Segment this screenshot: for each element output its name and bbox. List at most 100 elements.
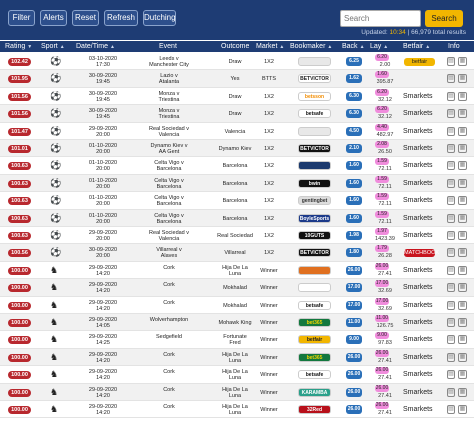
chart-icon[interactable]: ▦ (458, 283, 467, 293)
calculator-icon[interactable]: ▤ (447, 126, 455, 136)
back-odds[interactable]: 11.00 (346, 318, 362, 327)
col-lay[interactable]: Lay ▲ (370, 41, 388, 52)
col-outcome[interactable]: Outcome (221, 41, 249, 52)
refresh-button[interactable]: Refresh (104, 10, 138, 26)
lay-odds[interactable]: 26.00 (375, 349, 389, 357)
exchange-logo[interactable]: Smarkets (403, 145, 437, 153)
exchange-logo[interactable]: Smarkets (403, 180, 437, 188)
back-odds[interactable]: 17.00 (346, 300, 362, 310)
table-row[interactable]: 100.63 ⚽ 01-10-2020 20:00 Celta Vigo v Barcel… (0, 157, 474, 175)
lay-odds[interactable]: 6.20 (375, 88, 389, 96)
bookmaker-logo[interactable]: gentingbet (298, 196, 331, 206)
dutching-button[interactable]: Dutching (143, 10, 176, 26)
table-row[interactable]: 100.00 ♞ 29-09-2020 14:20 Cork Hija De La Luna… (0, 348, 474, 367)
lay-odds[interactable]: 1.59 (375, 175, 389, 183)
calculator-icon[interactable]: ▤ (447, 231, 455, 240)
exchange-logo[interactable]: Smarkets (403, 110, 437, 118)
calculator-icon[interactable]: ▤ (447, 265, 455, 275)
calculator-icon[interactable]: ▤ (447, 91, 455, 101)
back-odds[interactable]: 26.00 (346, 352, 362, 362)
filter-button[interactable]: Filter (8, 10, 35, 26)
back-odds[interactable]: 26.00 (346, 405, 362, 414)
table-row[interactable]: 102.42 ⚽ 03-10-2020 17:30 Leeds v Manchester … (0, 53, 474, 71)
lay-odds[interactable]: 17.00 (375, 280, 389, 288)
col-back[interactable]: Back ▲ (342, 41, 365, 52)
chart-icon[interactable]: ▦ (458, 387, 467, 397)
bookmaker-logo[interactable]: BETVICTOR (298, 74, 331, 84)
bookmaker-logo[interactable]: 32Red (298, 405, 331, 414)
calculator-icon[interactable]: ▤ (447, 387, 455, 397)
lay-odds[interactable]: 11.00 (375, 315, 389, 322)
bookmaker-logo[interactable] (298, 57, 331, 66)
table-row[interactable]: 101.95 ⚽ 30-09-2020 19:45 Lazio v Atalanta Yes… (0, 70, 474, 88)
bookmaker-logo[interactable]: KARAMBA (298, 387, 331, 397)
search-input[interactable] (340, 10, 421, 27)
back-odds[interactable]: 26.00 (346, 387, 362, 397)
col-betfair[interactable]: Betfair ▲ (403, 41, 430, 52)
table-row[interactable]: 100.00 ♞ 29-09-2020 14:20 Cork Hija De La Luna… (0, 383, 474, 401)
table-row[interactable]: 100.00 ♞ 29-09-2020 14:25 Sedgefield Fortunat… (0, 331, 474, 349)
calculator-icon[interactable]: ▤ (447, 318, 455, 327)
exchange-logo[interactable]: Smarkets (403, 267, 437, 275)
calculator-icon[interactable]: ▤ (447, 161, 455, 171)
bookmaker-logo[interactable] (298, 265, 331, 275)
bookmaker-logo[interactable]: bwin (298, 178, 331, 188)
chart-icon[interactable]: ▦ (458, 405, 467, 414)
chart-icon[interactable]: ▦ (458, 126, 467, 136)
back-odds[interactable]: 1.60 (346, 196, 362, 206)
col-market[interactable]: Market ▲ (256, 41, 284, 52)
lay-odds[interactable]: 26.00 (375, 384, 389, 392)
back-odds[interactable]: 26.00 (346, 370, 362, 380)
calculator-icon[interactable]: ▤ (447, 405, 455, 414)
calculator-icon[interactable]: ▤ (447, 352, 455, 362)
exchange-logo[interactable]: Smarkets (403, 302, 437, 310)
table-row[interactable]: 100.56 ⚽ 30-09-2020 20:00 Villarreal v Alaves… (0, 244, 474, 262)
chart-icon[interactable]: ▦ (458, 109, 467, 119)
exchange-logo[interactable]: Smarkets (403, 406, 437, 414)
bookmaker-logo[interactable]: bet365 (298, 352, 331, 362)
bookmaker-logo[interactable]: betsafe (298, 109, 331, 119)
chart-icon[interactable]: ▦ (458, 318, 467, 327)
table-row[interactable]: 101.01 ⚽ 01-10-2020 20:00 Dynamo Kiev v AA Ge… (0, 140, 474, 158)
back-odds[interactable]: 1.60 (346, 213, 362, 223)
back-odds[interactable]: 1.60 (346, 161, 362, 171)
bookmaker-logo[interactable]: betfair (298, 335, 331, 345)
lay-odds[interactable]: 4.40 (375, 123, 389, 131)
exchange-logo[interactable]: Smarkets (403, 354, 437, 362)
exchange-logo[interactable]: Smarkets (403, 128, 437, 136)
calculator-icon[interactable]: ▤ (447, 213, 455, 223)
lay-odds[interactable]: 6.20 (375, 54, 389, 61)
col-date[interactable]: Date/Time ▲ (76, 41, 115, 52)
bookmaker-logo[interactable]: betsafe (298, 300, 331, 310)
exchange-logo[interactable]: Smarkets (403, 197, 437, 205)
chart-icon[interactable]: ▦ (458, 57, 467, 66)
back-odds[interactable]: 6.30 (346, 91, 362, 101)
lay-odds[interactable]: 1.59 (375, 210, 389, 218)
lay-odds[interactable]: 26.00 (375, 402, 389, 409)
chart-icon[interactable]: ▦ (458, 265, 467, 275)
bookmaker-logo[interactable]: betsson (298, 91, 331, 101)
chart-icon[interactable]: ▦ (458, 144, 467, 153)
col-sport[interactable]: Sport ▲ (41, 41, 65, 52)
calculator-icon[interactable]: ▤ (447, 248, 455, 258)
bookmaker-logo[interactable]: betsafe (298, 370, 331, 380)
calculator-icon[interactable]: ▤ (447, 370, 455, 380)
back-odds[interactable]: 17.00 (346, 283, 362, 293)
lay-odds[interactable]: 1.59 (375, 158, 389, 166)
table-row[interactable]: 100.00 ♞ 29-09-2020 14:20 Cork Mokhalad Winner… (0, 297, 474, 314)
exchange-logo[interactable]: Smarkets (403, 232, 437, 240)
back-odds[interactable]: 9.00 (346, 335, 362, 345)
back-odds[interactable]: 1.98 (346, 231, 362, 240)
table-row[interactable]: 100.00 ♞ 29-09-2020 14:20 Cork Hija De La Luna… (0, 366, 474, 384)
chart-icon[interactable]: ▦ (458, 248, 467, 258)
back-odds[interactable]: 6.25 (346, 57, 362, 66)
lay-odds[interactable]: 17.00 (375, 297, 389, 305)
reset-button[interactable]: Reset (72, 10, 99, 26)
bookmaker-logo[interactable]: 10GUTS (298, 231, 331, 240)
chart-icon[interactable]: ▦ (458, 370, 467, 380)
col-bookmaker[interactable]: Bookmaker ▲ (290, 41, 332, 52)
bookmaker-logo[interactable] (298, 161, 331, 171)
bookmaker-logo[interactable]: BETVICTOR (298, 144, 331, 153)
col-rating[interactable]: Rating ▼ (5, 41, 32, 52)
table-row[interactable]: 100.00 ♞ 29-09-2020 14:20 Cork Mokhalad Winner… (0, 279, 474, 297)
